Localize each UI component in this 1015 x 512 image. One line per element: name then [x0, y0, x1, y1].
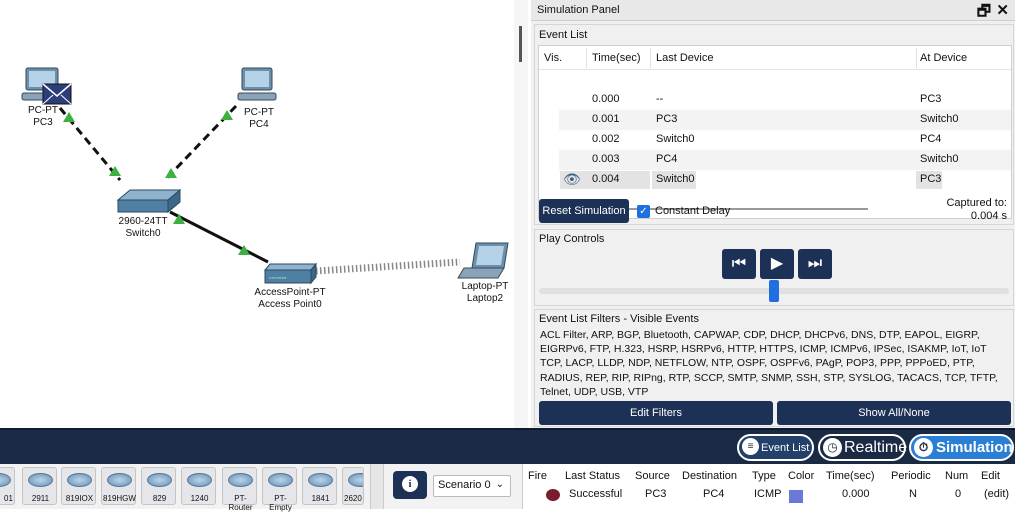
pdu-edit-link[interactable]: (edit): [984, 488, 1009, 500]
pdu-destination: PC4: [703, 488, 725, 500]
event-row[interactable]: 0.001 PC3 Switch0: [559, 110, 1011, 130]
step-forward-button[interactable]: ⏭: [798, 249, 832, 279]
pdu-time: 0.000: [842, 488, 870, 500]
pdu-source: PC3: [645, 488, 667, 500]
router-icon: [0, 473, 11, 487]
simulation-panel: Simulation Panel 🗗 ✕ Event List Vis. Tim…: [531, 0, 1015, 428]
event-row[interactable]: 0.003 PC4 Switch0: [559, 150, 1011, 170]
play-speed-slider-thumb[interactable]: [769, 280, 779, 302]
simulation-panel-titlebar: Simulation Panel 🗗 ✕: [531, 0, 1015, 21]
router-icon: [228, 473, 253, 487]
topology-canvas[interactable]: ◦◦◦◦◦◦◦: [0, 0, 514, 428]
reset-simulation-button[interactable]: Reset Simulation: [539, 199, 629, 223]
logical-workspace[interactable]: ◦◦◦◦◦◦◦ PC-PT PC3 PC-PT PC4 2960-24TT Switc…: [0, 0, 528, 428]
pdu-type: ICMP: [754, 488, 782, 500]
scenario-select[interactable]: Scenario 0 ⌄: [433, 475, 511, 497]
mode-bar: ≡ Event List ◷ Realtime ⏱ Simulation: [0, 428, 1015, 464]
device-tile[interactable]: 829: [141, 467, 176, 505]
col-at-device[interactable]: At Device: [920, 52, 967, 64]
pc4-icon[interactable]: [237, 67, 277, 101]
show-all-none-button[interactable]: Show All/None: [777, 401, 1011, 425]
fire-indicator[interactable]: [546, 489, 560, 501]
visible-events-list: ACL Filter, ARP, BGP, Bluetooth, CAPWAP,…: [540, 329, 998, 398]
play-icon: ▶: [770, 255, 784, 272]
workspace-vertical-scrollbar[interactable]: [514, 0, 528, 428]
tray-divider[interactable]: [370, 464, 384, 509]
pdu-periodic: N: [909, 488, 917, 500]
link-switch0-ap0: [169, 210, 269, 264]
event-row-selected[interactable]: 👁 0.004 Switch0 PC3: [539, 170, 1011, 190]
router-icon: [107, 473, 132, 487]
restore-window-icon[interactable]: 🗗: [977, 1, 991, 26]
realtime-mode-button[interactable]: ◷ Realtime: [818, 434, 907, 461]
chevron-down-icon: ⌄: [495, 479, 504, 490]
simulation-mode-button[interactable]: ⏱ Simulation: [909, 434, 1014, 461]
router-icon: [308, 473, 333, 487]
device-tile[interactable]: PT-Empty: [262, 467, 297, 512]
device-tile[interactable]: PT-Router: [222, 467, 257, 512]
access-point0-label: AccessPoint-PT Access Point0: [254, 287, 326, 310]
device-tile[interactable]: 01: [0, 467, 15, 505]
pdu-num: 0: [955, 488, 962, 500]
simulation-panel-title: Simulation Panel: [537, 4, 620, 16]
switch0-icon[interactable]: [116, 188, 182, 214]
edit-filters-button[interactable]: Edit Filters: [539, 401, 773, 425]
event-list-toggle-button[interactable]: ≡ Event List: [737, 434, 814, 461]
step-back-icon: ⏮: [731, 255, 747, 272]
eye-icon[interactable]: 👁: [563, 171, 581, 188]
play-button[interactable]: ▶: [760, 249, 794, 279]
router-icon: [187, 473, 212, 487]
play-controls-label: Play Controls: [539, 233, 605, 245]
pc3-label: PC-PT PC3: [28, 105, 58, 128]
router-icon: [348, 473, 363, 487]
router-icon: [67, 473, 92, 487]
event-list-table[interactable]: Vis. Time(sec) Last Device At Device 0.0…: [538, 45, 1012, 219]
captured-to-readout: Captured to: 0.004 s: [946, 197, 1007, 222]
event-row[interactable]: 0.000 -- PC3: [539, 90, 1011, 110]
step-forward-icon: ⏭: [807, 255, 823, 272]
pdu-list-table[interactable]: Fire Last Status Source Destination Type…: [522, 464, 1015, 509]
constant-delay-label: Constant Delay: [655, 205, 731, 217]
wireless-link-ap0-laptop2: [315, 258, 461, 275]
play-controls-section: Play Controls ⏮ ▶ ⏭: [534, 229, 1014, 306]
stopwatch-icon: ⏱: [914, 438, 933, 457]
svg-text:◦◦◦◦◦◦◦: ◦◦◦◦◦◦◦: [269, 275, 286, 282]
col-vis[interactable]: Vis.: [544, 52, 562, 64]
device-tile[interactable]: 2911: [22, 467, 57, 505]
col-time[interactable]: Time(sec): [592, 52, 640, 64]
switch0-label: 2960-24TT Switch0: [118, 216, 168, 239]
laptop2-label: Laptop-PT Laptop2: [461, 281, 509, 304]
device-tile[interactable]: 819HGW: [101, 467, 136, 505]
device-tile[interactable]: 1240: [181, 467, 216, 505]
pdu-color-swatch: [789, 490, 803, 503]
router-icon: [147, 473, 172, 487]
device-tile[interactable]: 819IOX: [61, 467, 96, 505]
event-row[interactable]: 0.002 Switch0 PC4: [539, 130, 1011, 150]
pdu-envelope-icon: [42, 83, 72, 105]
pdu-status: Successful: [569, 488, 623, 500]
list-icon: ≡: [742, 438, 759, 455]
event-list-label: Event List: [539, 29, 588, 41]
constant-delay-checkbox[interactable]: ✓: [637, 205, 650, 218]
info-icon: i: [402, 476, 418, 492]
event-list-section: Event List Vis. Time(sec) Last Device At…: [534, 24, 1014, 225]
laptop2-icon[interactable]: [457, 242, 509, 279]
device-tile[interactable]: 1841: [302, 467, 337, 505]
event-filters-section: Event List Filters - Visible Events ACL …: [534, 309, 1014, 427]
clock-icon: ◷: [823, 438, 842, 457]
event-list-header: Vis. Time(sec) Last Device At Device: [539, 46, 1011, 70]
router-icon: [268, 473, 293, 487]
pc4-label: PC-PT PC4: [244, 107, 274, 130]
event-filters-label: Event List Filters - Visible Events: [539, 313, 699, 325]
access-point0-icon[interactable]: ◦◦◦◦◦◦◦: [263, 262, 318, 285]
step-back-button[interactable]: ⏮: [722, 249, 756, 279]
device-tile[interactable]: 2620: [342, 467, 364, 505]
router-icon: [28, 473, 53, 487]
scenario-info-button[interactable]: i: [393, 471, 427, 499]
bottom-tray: 01 2911 819IOX 819HGW 829 1240 PT-Router…: [0, 464, 1015, 512]
link-light-icon: [165, 168, 177, 178]
close-icon[interactable]: ✕: [996, 1, 1009, 19]
col-last-device[interactable]: Last Device: [656, 52, 713, 64]
